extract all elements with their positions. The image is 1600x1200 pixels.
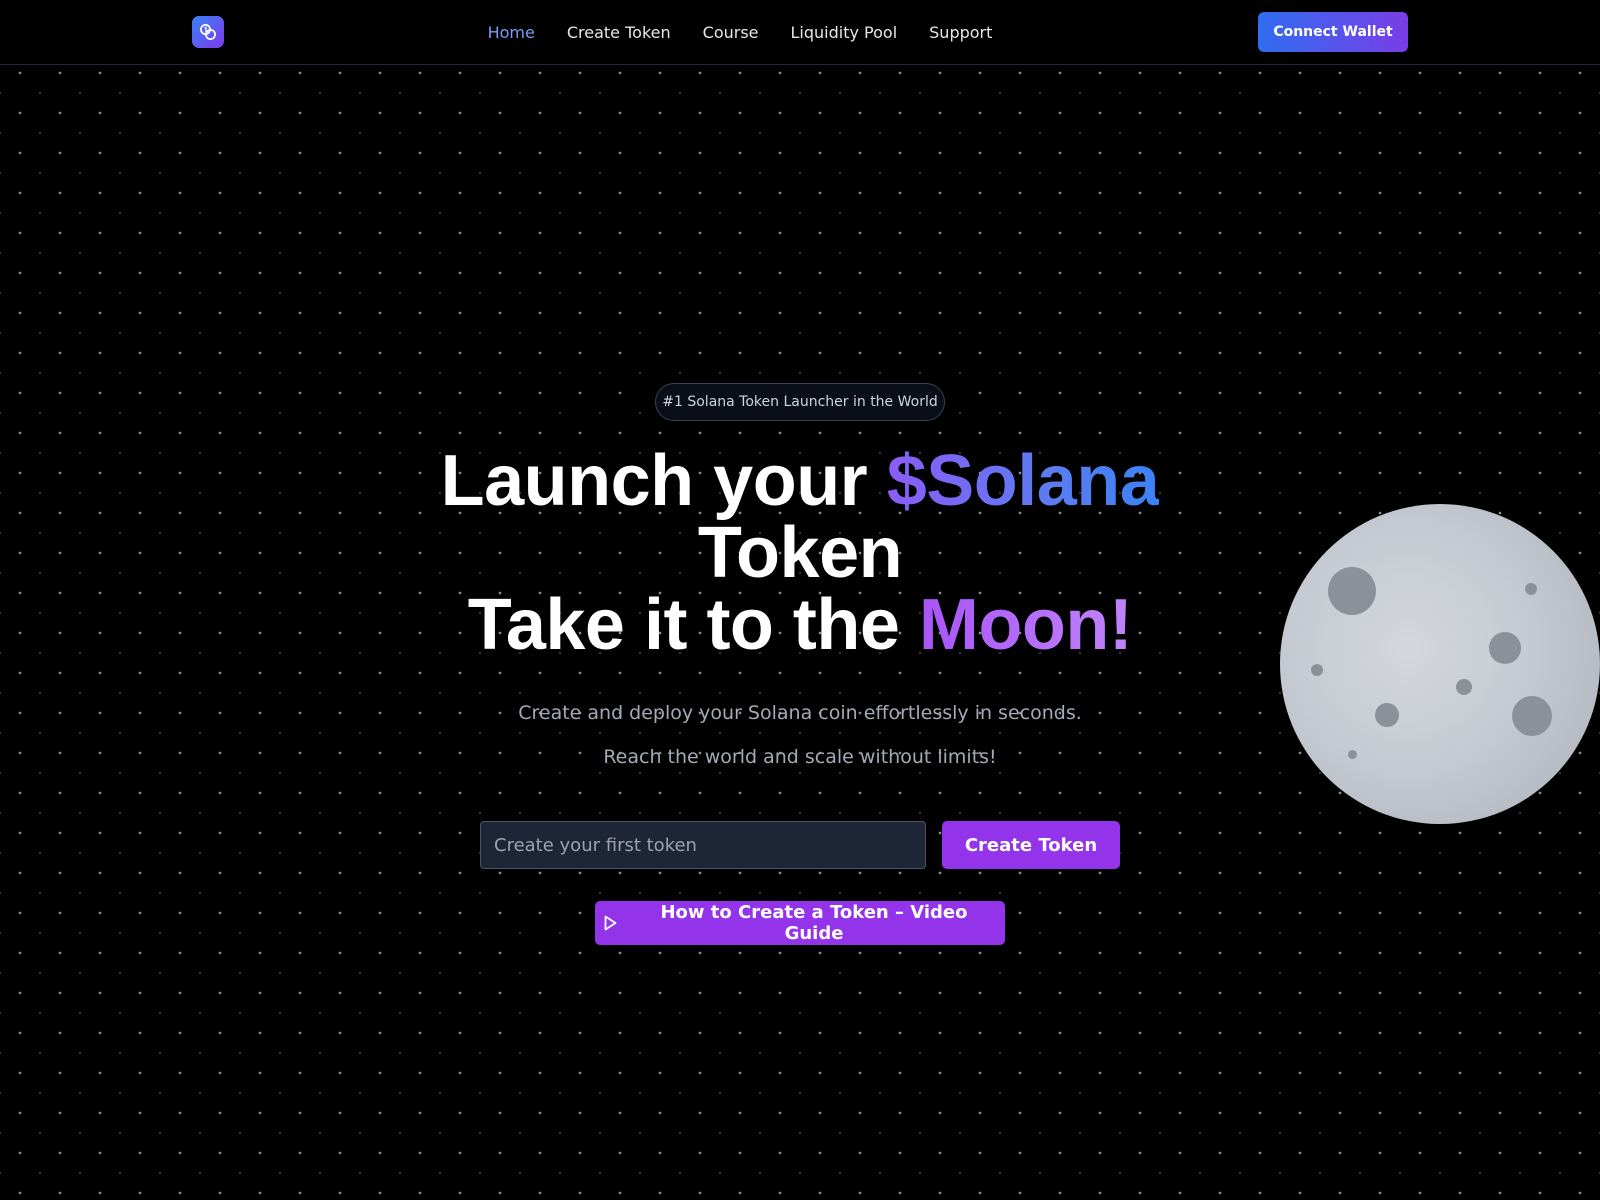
hero-subtitle-1: Create and deploy your Solana coin effor… [518,702,1082,724]
video-guide-label: How to Create a Token – Video Guide [660,902,968,944]
moon-crater [1328,567,1376,615]
moon-crater [1375,703,1399,727]
create-token-button[interactable]: Create Token [942,821,1120,869]
moon-crater [1311,664,1323,676]
headline-line-3-prefix: Take it to the [467,585,919,665]
hero-headline: Launch your $Solana Token Take it to the… [300,445,1300,661]
nav-item-home[interactable]: Home [488,23,535,42]
moon-crater [1456,679,1472,695]
moon-crater [1348,750,1357,759]
video-guide-button[interactable]: How to Create a Token – Video Guide [595,901,1005,945]
headline-solana-highlight: $Solana [886,441,1160,521]
nav-item-create-token[interactable]: Create Token [567,23,671,42]
main-nav: Home Create Token Course Liquidity Pool … [480,0,1000,64]
nav-item-support[interactable]: Support [929,23,992,42]
page: Home Create Token Course Liquidity Pool … [0,0,1600,1200]
moon-crater [1489,632,1521,664]
top-navbar: Home Create Token Course Liquidity Pool … [0,0,1600,65]
connect-wallet-button[interactable]: Connect Wallet [1258,12,1408,52]
play-icon [601,914,619,932]
logo[interactable] [192,16,224,48]
headline-line-3: Take it to the Moon! [300,589,1300,661]
nav-item-course[interactable]: Course [703,23,759,42]
nav-item-liquidity-pool[interactable]: Liquidity Pool [791,23,898,42]
moon-crater [1525,583,1537,595]
headline-line-2: Token [697,513,903,593]
hero-subtitle-2: Reach the world and scale without limits… [603,746,997,768]
moon-crater [1512,696,1552,736]
hero-badge: #1 Solana Token Launcher in the World [655,383,945,421]
token-name-input[interactable] [480,821,926,869]
headline-line-1: Launch your $Solana [300,445,1300,517]
coins-icon [200,24,216,40]
headline-moon-highlight: Moon! [918,585,1133,665]
headline-line-1-prefix: Launch your [440,441,887,521]
moon-illustration [1280,504,1600,824]
